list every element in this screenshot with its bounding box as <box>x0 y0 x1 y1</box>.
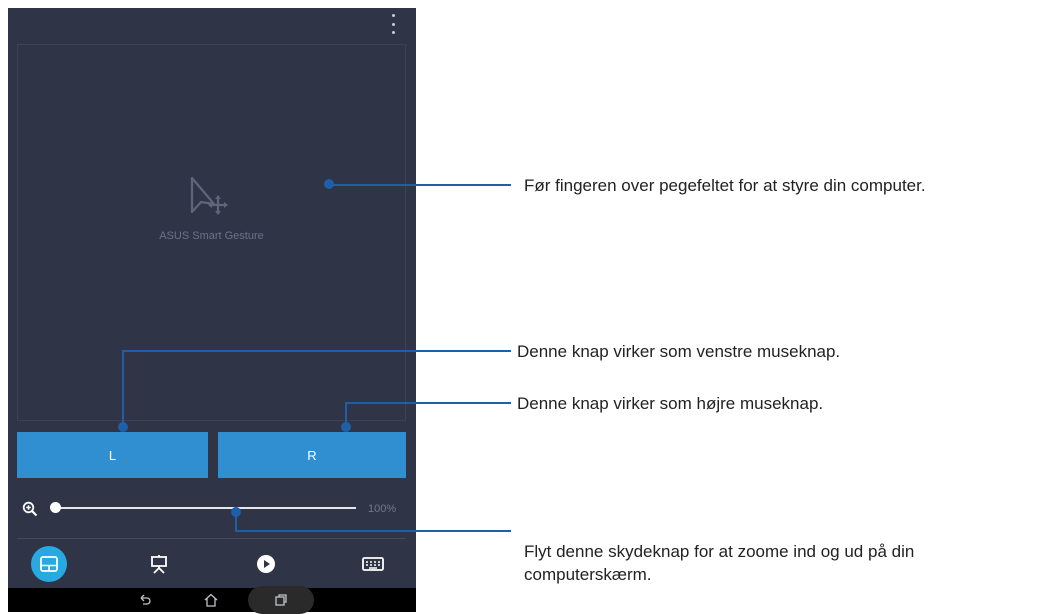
presentation-icon <box>151 555 167 574</box>
callout-line-left-vertical <box>122 350 124 427</box>
zoom-slider-track[interactable] <box>55 507 356 509</box>
nav-back[interactable] <box>135 588 155 612</box>
callout-line-right-horizontal <box>345 402 511 404</box>
tab-presentation[interactable] <box>141 546 177 582</box>
callout-text-zoom-line1: Flyt denne skydeknap for at zoome ind og… <box>524 542 915 561</box>
zoom-percent-label: 100% <box>368 503 397 515</box>
zoom-in-icon <box>22 501 38 517</box>
left-mouse-button[interactable]: L <box>17 432 208 478</box>
keyboard-icon <box>362 557 384 571</box>
pad-label: ASUS Smart Gesture <box>159 230 264 242</box>
tab-divider <box>17 538 406 539</box>
overflow-menu-icon[interactable] <box>390 14 396 34</box>
pointer-move-icon <box>190 176 228 215</box>
recent-apps-icon <box>275 594 287 606</box>
back-icon <box>140 594 151 605</box>
tab-keyboard[interactable] <box>355 546 391 582</box>
home-icon <box>204 593 218 607</box>
callout-text-left-button: Denne knap virker som venstre museknap. <box>517 342 841 361</box>
nav-recent[interactable] <box>271 588 291 612</box>
media-play-icon <box>257 555 275 573</box>
nav-home[interactable] <box>201 588 221 612</box>
zoom-slider-thumb[interactable] <box>50 502 61 513</box>
callout-text-zoom-line2: computerskærm. <box>524 565 652 584</box>
callout-line-zoom-horizontal <box>235 530 511 532</box>
right-mouse-button[interactable]: R <box>218 432 406 478</box>
touchpad-icon <box>40 556 58 572</box>
callout-text-right-button: Denne knap virker som højre museknap. <box>517 394 824 413</box>
callout-text-touchpad: Før fingeren over pegefeltet for at styr… <box>524 176 926 195</box>
callout-line-zoom-vertical <box>235 512 237 531</box>
tab-touchpad[interactable] <box>31 546 67 582</box>
tab-media[interactable] <box>248 546 284 582</box>
callout-line-touchpad <box>329 184 511 186</box>
callout-line-right-vertical <box>345 402 347 427</box>
callout-line-left-horizontal <box>122 350 511 352</box>
